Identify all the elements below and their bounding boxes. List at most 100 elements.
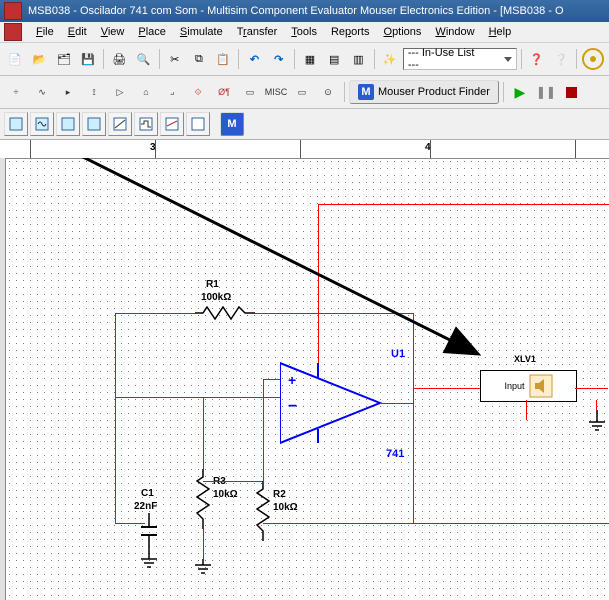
c1-value: 22nF — [134, 501, 157, 512]
open-drawer-icon[interactable]: 🗂 — [53, 47, 75, 71]
undo-icon[interactable]: ↶ — [243, 47, 265, 71]
database-icon[interactable]: ▥ — [347, 47, 369, 71]
diode-icon[interactable]: ▸ — [56, 80, 80, 104]
cut-icon[interactable]: ✂ — [164, 47, 186, 71]
menu-edit[interactable]: Edit — [62, 24, 93, 40]
resistor-icon[interactable]: ∿ — [30, 80, 54, 104]
speaker-icon — [529, 374, 553, 398]
wire[interactable] — [203, 397, 204, 469]
menu-simulate[interactable]: Simulate — [174, 24, 229, 40]
in-use-list-label: --- In-Use List --- — [408, 47, 480, 71]
schematic-canvas[interactable]: 3 4 R1 100kΩ C1 22nF — [0, 140, 609, 600]
wire[interactable] — [203, 529, 204, 559]
dropdown-arrow-icon — [504, 57, 512, 62]
wire[interactable] — [575, 388, 608, 389]
instrument-name: XLV1 — [514, 354, 536, 364]
logic-analyzer-icon[interactable] — [160, 112, 184, 136]
wire[interactable] — [413, 313, 414, 523]
help-icon[interactable]: ❔ — [550, 47, 572, 71]
mouser-product-finder-button[interactable]: M Mouser Product Finder — [349, 80, 499, 104]
paste-icon[interactable]: 📋 — [212, 47, 234, 71]
separator — [294, 49, 295, 69]
save-icon[interactable]: 💾 — [77, 47, 99, 71]
menu-window[interactable]: Window — [429, 24, 480, 40]
menu-file[interactable]: File — [30, 24, 60, 40]
resistor-r1[interactable] — [195, 306, 255, 320]
menu-view[interactable]: View — [95, 24, 131, 40]
cmos-icon[interactable]: ⟓ — [160, 80, 184, 104]
multimeter-icon[interactable] — [4, 112, 28, 136]
logic-conv-icon[interactable] — [186, 112, 210, 136]
menu-place[interactable]: Place — [132, 24, 172, 40]
oscilloscope-icon[interactable] — [82, 112, 106, 136]
node — [203, 397, 204, 398]
ground-symbol[interactable] — [140, 553, 158, 576]
wire[interactable] — [115, 397, 280, 398]
sheet-props-icon[interactable]: ▦ — [299, 47, 321, 71]
run-simulate-icon[interactable]: ▶ — [508, 80, 532, 104]
r1-name: R1 — [206, 279, 219, 290]
whats-this-icon[interactable]: ❓ — [526, 47, 548, 71]
wire[interactable] — [596, 400, 597, 410]
wire[interactable] — [263, 379, 280, 380]
copy-icon[interactable]: ⧉ — [188, 47, 210, 71]
wire[interactable] — [263, 523, 609, 524]
wire[interactable] — [526, 400, 527, 420]
instrument-toolbar: M — [0, 109, 609, 140]
wire[interactable] — [607, 388, 608, 389]
stop-simulate-icon[interactable] — [560, 80, 584, 104]
separator — [374, 49, 375, 69]
redo-icon[interactable]: ↷ — [268, 47, 290, 71]
new-file-icon[interactable]: 📄 — [4, 47, 26, 71]
mouser-logo-icon: M — [358, 84, 374, 100]
opamp-icon[interactable]: ▷ — [108, 80, 132, 104]
indicator-icon[interactable]: Ø¶ — [212, 80, 236, 104]
menu-options[interactable]: Options — [378, 24, 428, 40]
wire[interactable] — [115, 313, 116, 523]
transistor-icon[interactable]: ⟟ — [82, 80, 106, 104]
source-icon[interactable]: ÷ — [4, 80, 28, 104]
instrument-xlv1[interactable]: Input — [480, 370, 577, 402]
resistor-r2[interactable] — [256, 481, 270, 541]
pause-simulate-icon[interactable]: ❚❚ — [534, 80, 558, 104]
wire[interactable] — [255, 313, 413, 314]
advanced-icon[interactable]: ⟐ — [186, 80, 210, 104]
capacitor-c1[interactable] — [139, 513, 159, 553]
wattmeter-icon[interactable] — [56, 112, 80, 136]
wire[interactable] — [263, 379, 264, 481]
mouser-m-icon[interactable]: M — [220, 112, 244, 136]
menu-help[interactable]: Help — [483, 24, 518, 40]
bode-plotter-icon[interactable] — [108, 112, 132, 136]
in-use-list-combo[interactable]: --- In-Use List --- — [403, 48, 517, 70]
magic-wand-icon[interactable]: ✨ — [379, 47, 401, 71]
misc-icon[interactable]: MISC — [264, 80, 288, 104]
ground-symbol[interactable] — [194, 559, 212, 582]
menu-transfer[interactable]: Transfer — [231, 24, 284, 40]
print-icon[interactable]: 🖨 — [108, 47, 130, 71]
mdi-icon[interactable] — [4, 23, 22, 41]
print-preview-icon[interactable]: 🔍 — [132, 47, 154, 71]
ttl-icon[interactable]: ⌂ — [134, 80, 158, 104]
wire[interactable] — [380, 403, 413, 404]
bus-icon[interactable]: ▭ — [290, 80, 314, 104]
menu-tools[interactable]: Tools — [285, 24, 323, 40]
schematic-sheet[interactable]: R1 100kΩ C1 22nF + − U1 741 — [6, 158, 609, 600]
resistor-r3[interactable] — [196, 469, 210, 529]
target-icon[interactable] — [581, 47, 605, 71]
ground-symbol[interactable] — [588, 410, 606, 441]
menu-reports[interactable]: Reports — [325, 24, 376, 40]
opamp-u1[interactable]: + − — [280, 353, 400, 456]
connector-icon[interactable]: ⊙ — [316, 80, 340, 104]
spreadsheet-icon[interactable]: ▤ — [323, 47, 345, 71]
u1-part: 741 — [386, 448, 404, 460]
r1-value: 100kΩ — [201, 292, 231, 303]
window-title: MSB038 - Oscilador 741 com Som - Multisi… — [28, 5, 605, 17]
function-gen-icon[interactable] — [30, 112, 54, 136]
wire[interactable] — [203, 481, 263, 482]
wire[interactable] — [318, 204, 609, 205]
word-gen-icon[interactable] — [134, 112, 158, 136]
wire[interactable] — [413, 388, 480, 389]
wire[interactable] — [115, 313, 195, 314]
open-file-icon[interactable]: 📂 — [28, 47, 50, 71]
hierarchical-icon[interactable]: ▭ — [238, 80, 262, 104]
